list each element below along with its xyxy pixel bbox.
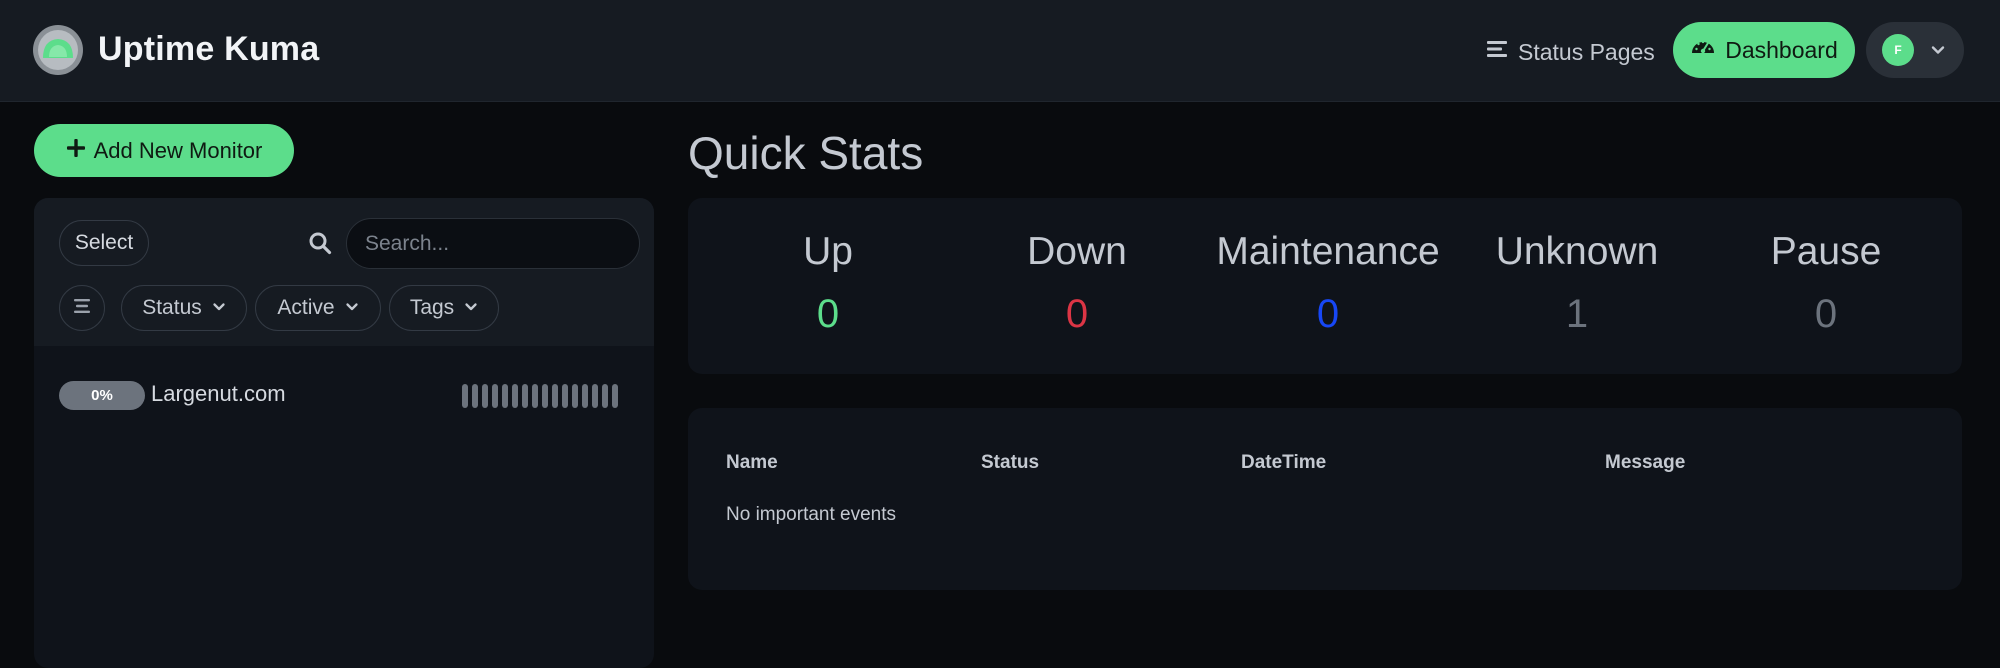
filter-toggle-button[interactable] [59, 285, 105, 331]
add-new-monitor-button[interactable]: Add New Monitor [34, 124, 294, 177]
chevron-down-icon [345, 296, 359, 320]
stat-label: Maintenance [1216, 230, 1440, 273]
active-filter-dropdown[interactable]: Active [255, 285, 381, 331]
stat-up: Up 0 [703, 198, 953, 374]
heartbeat-beat[interactable] [541, 384, 549, 408]
heartbeat-beat[interactable] [501, 384, 509, 408]
stat-down: Down 0 [952, 198, 1202, 374]
uptime-kuma-logo[interactable] [30, 24, 86, 76]
tags-filter-dropdown[interactable]: Tags [389, 285, 499, 331]
chevron-down-icon [1930, 42, 1946, 58]
top-navbar: Uptime Kuma Status Pages Dashboard F [0, 0, 2000, 102]
monitor-list-toolbar: Select Status Active Tags [34, 198, 654, 346]
avatar: F [1882, 34, 1914, 66]
important-events-card: Name Status DateTime Message No importan… [688, 408, 1962, 590]
heartbeat-beat[interactable] [481, 384, 489, 408]
tachometer-icon [1690, 34, 1716, 66]
profile-dropdown[interactable]: F [1866, 22, 1964, 78]
stat-value: 0 [1316, 292, 1340, 336]
stat-value: 1 [1565, 292, 1589, 336]
stat-maintenance: Maintenance 0 [1203, 198, 1453, 374]
heartbeat-beat[interactable] [521, 384, 529, 408]
stat-unknown: Unknown 1 [1452, 198, 1702, 374]
add-new-monitor-label: Add New Monitor [93, 137, 263, 163]
status-pages-link[interactable]: Status Pages [1486, 36, 1655, 68]
column-header-datetime[interactable]: DateTime [1241, 452, 1326, 474]
active-filter-label: Active [277, 296, 335, 319]
uptime-badge: 0% [59, 381, 145, 410]
stat-pause: Pause 0 [1701, 198, 1951, 374]
search-icon [308, 231, 332, 255]
select-button[interactable]: Select [59, 220, 149, 266]
column-header-name[interactable]: Name [726, 452, 778, 474]
status-filter-label: Status [142, 296, 202, 319]
list-icon [1486, 38, 1508, 66]
heartbeat-beat[interactable] [611, 384, 619, 408]
heartbeat-beat[interactable] [511, 384, 519, 408]
heartbeat-beat[interactable] [601, 384, 609, 408]
heartbeat-beat[interactable] [531, 384, 539, 408]
status-filter-dropdown[interactable]: Status [121, 285, 247, 331]
heartbeat-beat[interactable] [561, 384, 569, 408]
heartbeat-beat[interactable] [462, 384, 469, 408]
heartbeat-beat[interactable] [571, 384, 579, 408]
heartbeat-bar [462, 384, 619, 408]
stat-label: Up [803, 230, 853, 273]
monitor-list-item[interactable]: 0% Largenut.com [34, 366, 654, 424]
heartbeat-beat[interactable] [491, 384, 499, 408]
heartbeat-beat[interactable] [591, 384, 599, 408]
dashboard-label: Dashboard [1725, 36, 1838, 63]
status-pages-label: Status Pages [1518, 38, 1655, 65]
stat-label: Down [1027, 230, 1127, 273]
chevron-down-icon [212, 296, 226, 320]
column-header-message[interactable]: Message [1605, 452, 1685, 474]
app-title[interactable]: Uptime Kuma [98, 30, 319, 69]
chevron-down-icon [464, 296, 478, 320]
column-header-status[interactable]: Status [981, 452, 1039, 474]
monitor-list-panel: Select Status Active Tags 0% Largenut.co… [34, 198, 654, 668]
plus-icon [66, 138, 86, 164]
search-input[interactable] [346, 218, 640, 269]
heartbeat-beat[interactable] [551, 384, 559, 408]
filter-lines-icon [73, 297, 91, 320]
monitor-name: Largenut.com [151, 381, 286, 406]
stat-value: 0 [816, 292, 840, 336]
tags-filter-label: Tags [409, 296, 455, 319]
stat-value: 0 [1814, 292, 1838, 336]
quick-stats-title: Quick Stats [688, 127, 924, 179]
dashboard-button[interactable]: Dashboard [1673, 22, 1855, 78]
stat-label: Unknown [1495, 230, 1659, 273]
empty-events-message: No important events [726, 504, 897, 525]
heartbeat-beat[interactable] [581, 384, 589, 408]
stat-label: Pause [1770, 230, 1882, 273]
heartbeat-beat[interactable] [471, 384, 479, 408]
stat-value: 0 [1065, 292, 1089, 336]
quick-stats-card: Up 0 Down 0 Maintenance 0 Unknown 1 Paus… [688, 198, 1962, 374]
